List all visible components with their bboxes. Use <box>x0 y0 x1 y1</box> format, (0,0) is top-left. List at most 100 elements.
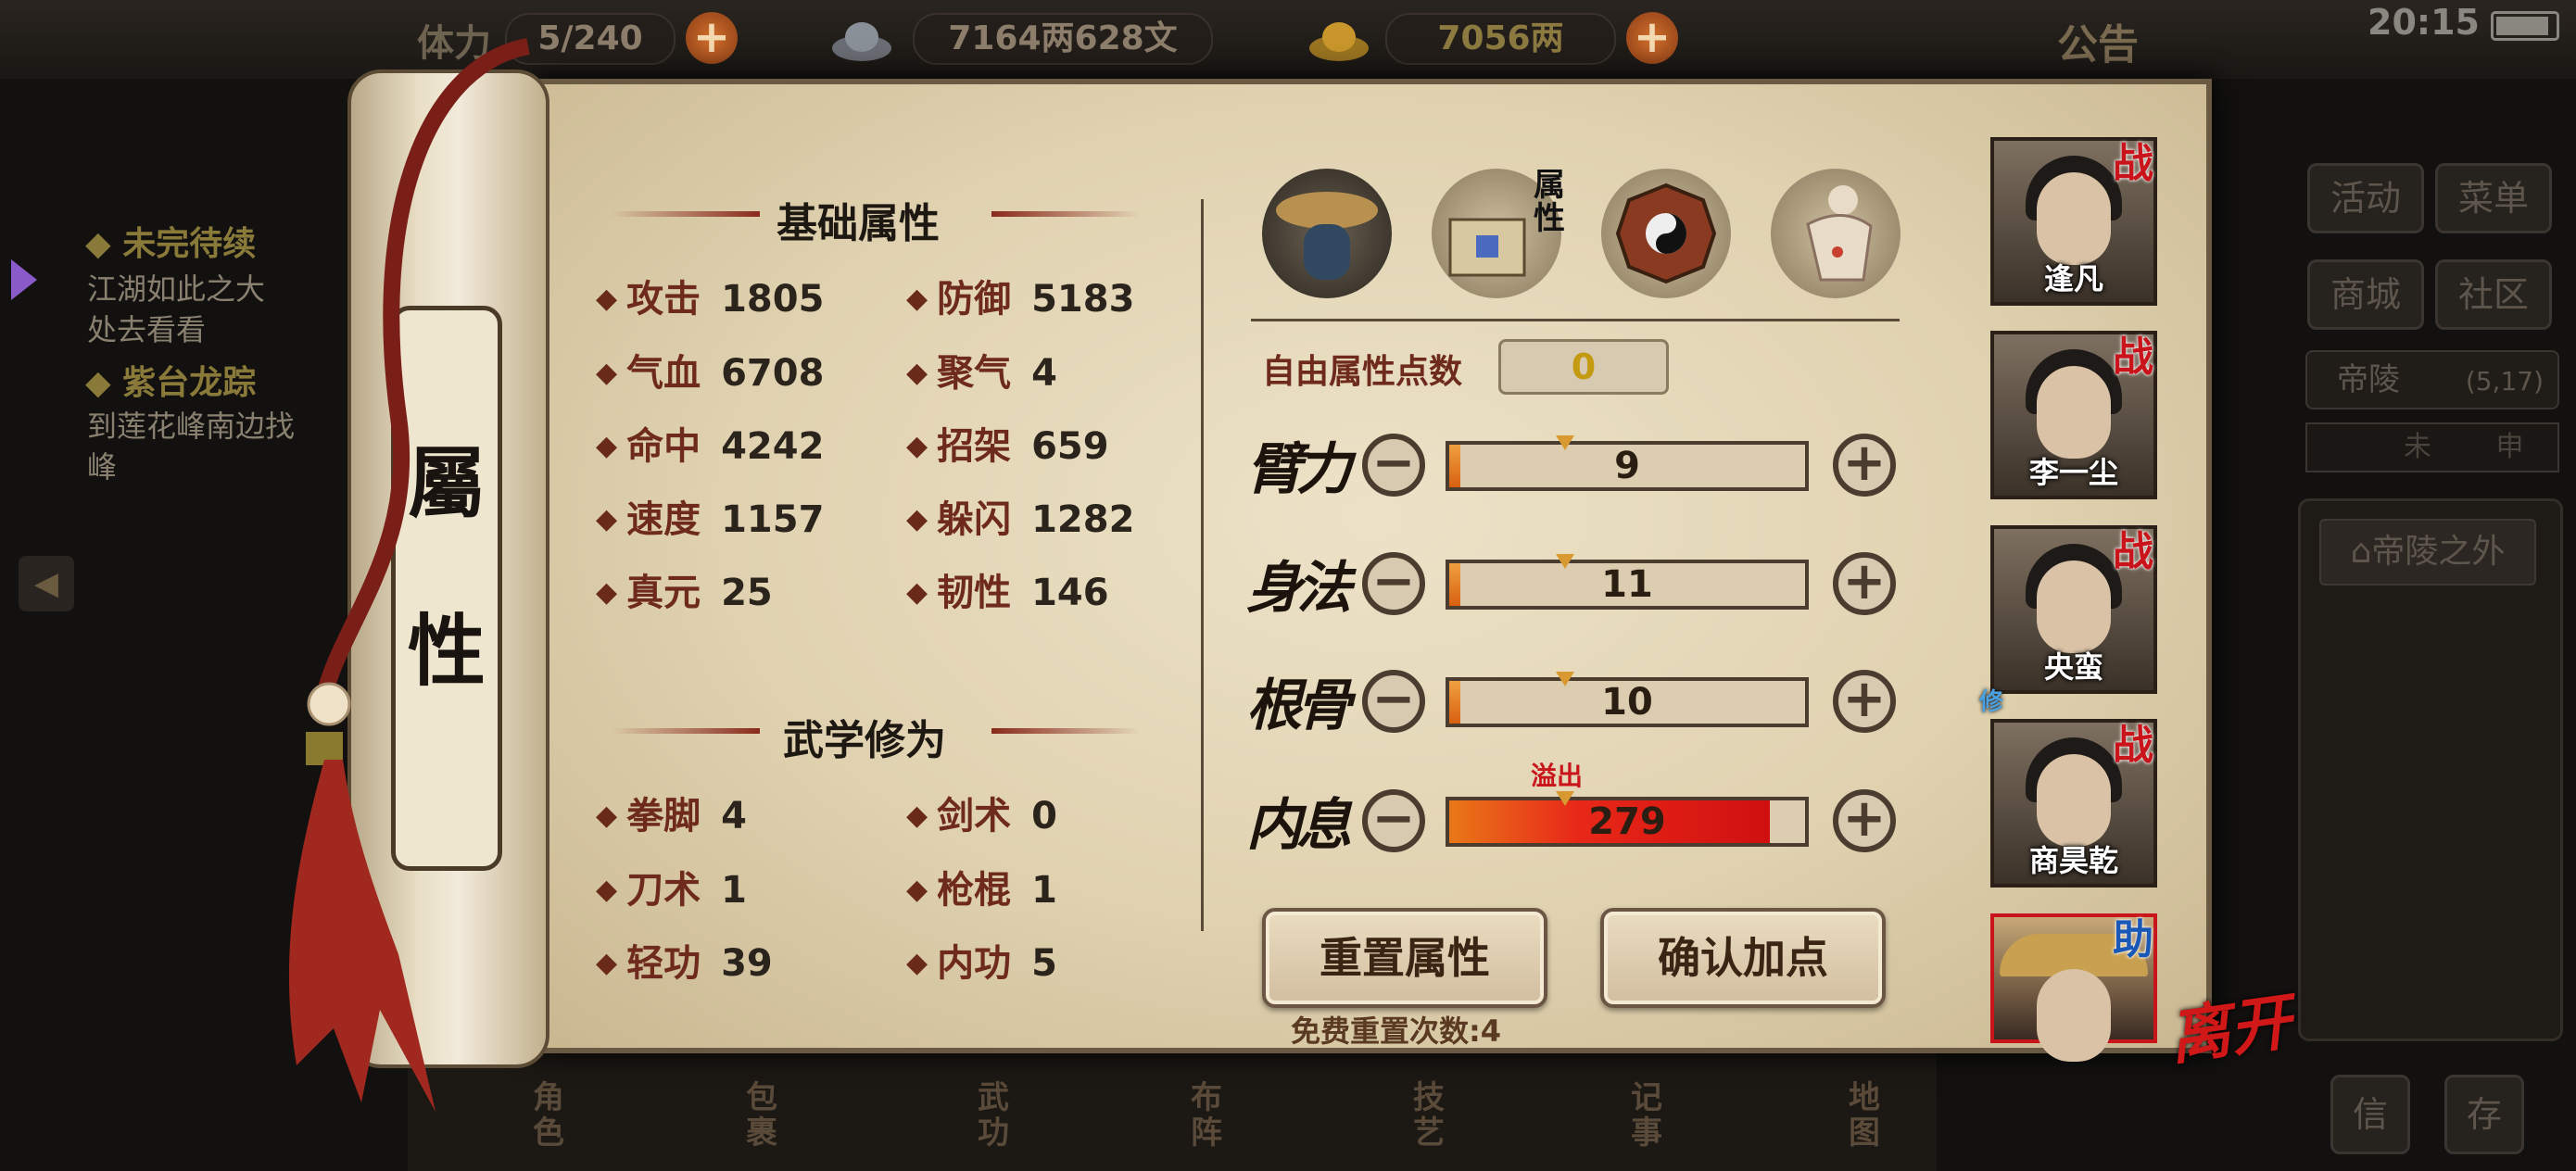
attribute-bar: 11 <box>1446 554 1809 610</box>
tab-bagua[interactable] <box>1601 169 1731 298</box>
nav-journal[interactable]: 记事 <box>1631 1080 1668 1151</box>
diamond-bullet-icon: ◆ <box>906 576 928 609</box>
basic-stat: ◆ 气血 6708 <box>596 343 824 397</box>
stat-name: 拳脚 <box>626 795 701 837</box>
stat-name: 刀术 <box>626 869 701 912</box>
leave-button[interactable]: 离开 <box>2163 972 2296 1077</box>
diamond-bullet-icon: ◆ <box>906 874 928 906</box>
panel-divider <box>1201 199 1204 931</box>
party-role-badge: 战 <box>2113 140 2153 187</box>
basic-stat: ◆ 招架 659 <box>906 416 1109 470</box>
confirm-points-button[interactable]: 确认加点 <box>1600 908 1886 1008</box>
stat-name: 速度 <box>626 498 701 541</box>
party-role-badge: 战 <box>2113 528 2153 575</box>
tab-character-portrait[interactable] <box>1262 169 1392 298</box>
battery-icon <box>2491 11 2559 41</box>
location-box: 帝陵 (5,17) <box>2305 350 2559 409</box>
attribute-label: 根骨 <box>1246 674 1352 738</box>
basic-stat: ◆ 攻击 1805 <box>596 269 824 322</box>
increase-attribute-button[interactable]: + <box>1833 552 1896 615</box>
left-edge-arrow-icon[interactable] <box>11 259 37 300</box>
stat-value: 39 <box>721 942 773 985</box>
tab-body-meridian[interactable] <box>1771 169 1900 298</box>
character-face <box>2037 366 2111 459</box>
add-gold-button[interactable]: + <box>1626 12 1678 64</box>
party-role-badge: 战 <box>2113 334 2153 381</box>
martial-stat: ◆ 剑术 0 <box>906 786 1057 839</box>
nav-martial[interactable]: 武功 <box>978 1080 1015 1151</box>
party-member-name: 逢凡 <box>2043 261 2103 296</box>
tabs-underline <box>1251 319 1900 321</box>
reset-attributes-button[interactable]: 重置属性 <box>1262 908 1547 1008</box>
stat-name: 招架 <box>937 425 1012 468</box>
nav-map[interactable]: 地图 <box>1849 1080 1886 1151</box>
ornament-right-1 <box>991 211 1140 217</box>
stat-value: 4242 <box>721 425 825 468</box>
stat-value: 6708 <box>721 352 825 395</box>
home-icon: ⌂ <box>2350 533 2372 571</box>
save-button[interactable]: 存 <box>2444 1075 2524 1154</box>
ornament-left-2 <box>612 728 760 734</box>
tab-attributes[interactable]: 属性 <box>1432 169 1565 298</box>
area-button[interactable]: ⌂帝陵之外 <box>2319 519 2536 586</box>
stat-value: 0 <box>1031 795 1057 837</box>
stat-value: 1 <box>1031 869 1057 912</box>
stat-name: 真元 <box>626 572 701 614</box>
decrease-attribute-button[interactable]: − <box>1362 789 1425 852</box>
menu-button[interactable]: 菜单 <box>2435 163 2552 233</box>
character-face <box>2037 754 2111 847</box>
notice-button[interactable]: 公告 <box>2057 11 2139 70</box>
quest-desc-1: 江湖如此之大 处去看看 <box>87 271 266 347</box>
stat-value: 4 <box>1031 352 1057 395</box>
decrease-attribute-button[interactable]: − <box>1362 670 1425 733</box>
nav-skill[interactable]: 技艺 <box>1413 1080 1450 1151</box>
diamond-bullet-icon: ◆ <box>596 800 618 832</box>
clock: 20:15 <box>2368 2 2480 43</box>
attribute-value: 279 <box>1588 800 1666 843</box>
stat-name: 气血 <box>626 352 701 395</box>
party-role-badge: 助 <box>2113 916 2153 963</box>
area-label: 帝陵之外 <box>2371 533 2506 571</box>
activity-button[interactable]: 活动 <box>2307 163 2424 233</box>
attribute-value: 10 <box>1601 681 1653 724</box>
straw-hat-icon <box>1276 192 1378 280</box>
quest-title-1[interactable]: ◆ 未完待续 <box>85 217 256 265</box>
stat-value: 1282 <box>1031 498 1135 541</box>
quest-title-2[interactable]: ◆ 紫台龙踪 <box>85 356 256 404</box>
stat-name: 轻功 <box>626 942 701 985</box>
nav-formation[interactable]: 布阵 <box>1191 1080 1228 1151</box>
silver-amount: 7164两628文 <box>913 13 1213 65</box>
attribute-label: 臂力 <box>1246 437 1352 502</box>
stat-name: 枪棍 <box>937 869 1012 912</box>
martial-stat: ◆ 轻功 39 <box>596 933 773 987</box>
stat-name: 命中 <box>626 425 701 468</box>
mail-button[interactable]: 信 <box>2330 1075 2410 1154</box>
martial-stat: ◆ 内功 5 <box>906 933 1057 987</box>
shop-button[interactable]: 商城 <box>2307 259 2424 330</box>
gold-amount: 7056两 <box>1385 13 1616 65</box>
location-coords: (5,17) <box>2465 366 2544 397</box>
add-stamina-button[interactable]: + <box>686 12 738 64</box>
attribute-bar: 10 <box>1446 672 1809 727</box>
stat-name: 内功 <box>937 942 1012 985</box>
increase-attribute-button[interactable]: + <box>1833 670 1896 733</box>
collapse-panel-button[interactable]: ◀ <box>19 556 74 611</box>
stat-name: 躲闪 <box>937 498 1012 541</box>
decrease-attribute-button[interactable]: − <box>1362 434 1425 497</box>
nav-bag[interactable]: 包裹 <box>746 1080 783 1151</box>
overflow-label: 溢出 <box>1531 761 1584 791</box>
ornament-right-2 <box>991 728 1140 734</box>
diamond-bullet-icon: ◆ <box>596 576 618 609</box>
attribute-label: 内息 <box>1246 793 1352 858</box>
stat-name: 韧性 <box>937 572 1012 614</box>
basic-stat: ◆ 聚气 4 <box>906 343 1057 397</box>
increase-attribute-button[interactable]: + <box>1833 789 1896 852</box>
bagua-icon <box>1615 183 1717 284</box>
decrease-attribute-button[interactable]: − <box>1362 552 1425 615</box>
stat-name: 防御 <box>937 278 1012 321</box>
diamond-bullet-icon: ◆ <box>596 357 618 389</box>
increase-attribute-button[interactable]: + <box>1833 434 1896 497</box>
character-face <box>2037 560 2111 653</box>
community-button[interactable]: 社区 <box>2435 259 2552 330</box>
attribute-value: 9 <box>1614 445 1640 487</box>
